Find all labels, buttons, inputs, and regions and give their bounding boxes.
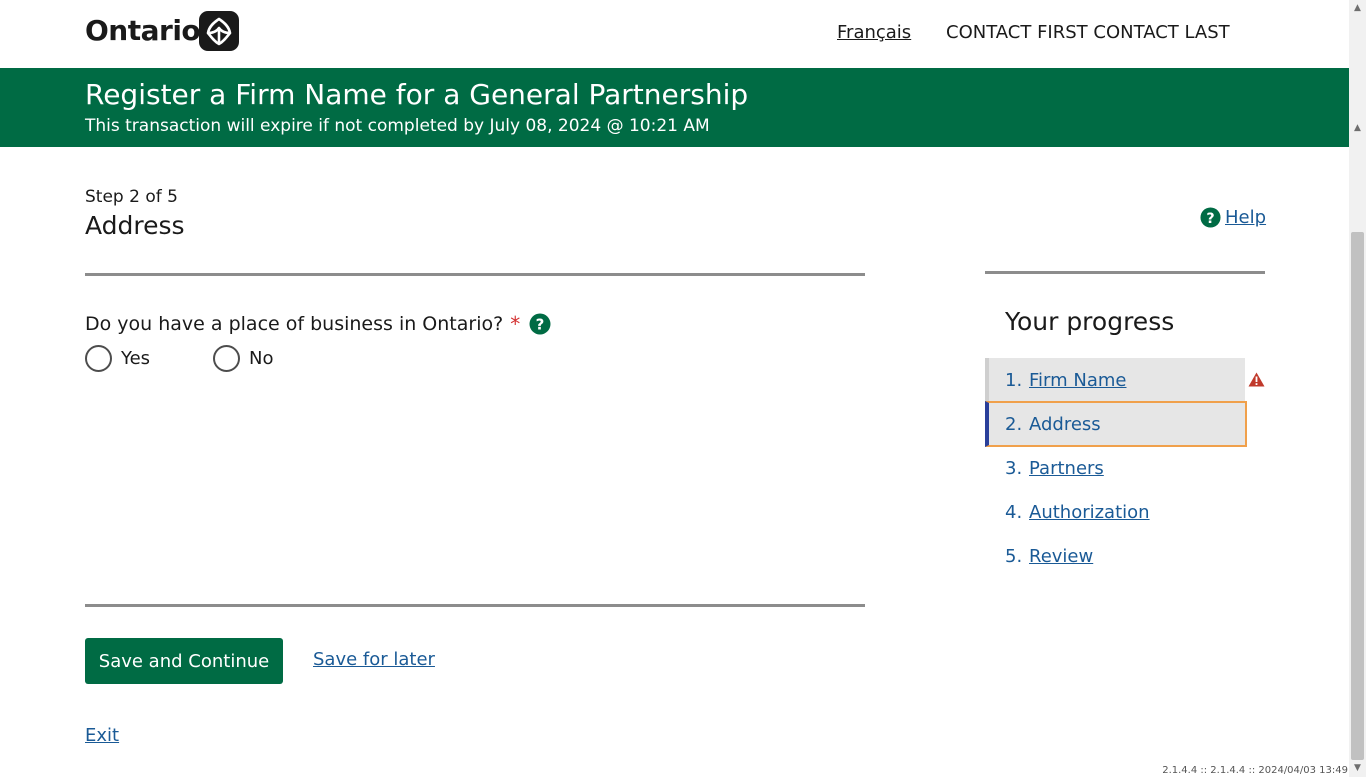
progress-item-label[interactable]: Review — [1029, 546, 1093, 567]
language-toggle-link[interactable]: Français — [837, 22, 911, 43]
user-account-name[interactable]: CONTACT FIRST CONTACT LAST — [946, 22, 1230, 43]
question-label: Do you have a place of business in Ontar… — [85, 313, 504, 335]
help-link[interactable]: ? Help — [1200, 207, 1266, 228]
progress-item-number: 5. — [1005, 545, 1023, 567]
vertical-scrollbar[interactable]: ▲ ▲ ▼ — [1349, 0, 1366, 777]
save-for-later-link[interactable]: Save for later — [313, 649, 435, 670]
step-indicator: Step 2 of 5 — [85, 187, 178, 207]
required-marker: * — [510, 312, 521, 336]
transaction-banner: Register a Firm Name for a General Partn… — [0, 68, 1349, 147]
question-circle-icon: ? — [1200, 207, 1221, 228]
question-help-icon[interactable]: ? — [529, 313, 551, 335]
progress-title: Your progress — [1005, 307, 1175, 336]
expiry-notice: This transaction will expire if not comp… — [85, 116, 710, 136]
radio-yes-label: Yes — [121, 348, 151, 369]
progress-top-divider — [985, 271, 1265, 274]
exit-link[interactable]: Exit — [85, 725, 119, 746]
save-and-continue-button[interactable]: Save and Continue — [85, 638, 283, 684]
progress-item-label[interactable]: Partners — [1029, 458, 1104, 479]
help-label[interactable]: Help — [1225, 207, 1266, 228]
transaction-title: Register a Firm Name for a General Partn… — [85, 78, 749, 111]
svg-text:?: ? — [536, 316, 545, 334]
radio-no[interactable]: No — [213, 345, 273, 372]
version-info: 2.1.4.4 :: 2.1.4.4 :: 2024/04/03 13:49 — [1162, 765, 1348, 776]
form-top-divider — [85, 273, 865, 276]
top-bar: Ontario Français CONTACT FIRST CONTACT L… — [0, 0, 1349, 68]
scrollbar-thumb[interactable] — [1351, 232, 1364, 760]
progress-item-authorization[interactable]: 4. Authorization — [985, 490, 1245, 534]
progress-item-label[interactable]: Firm Name — [1029, 370, 1127, 391]
ontario-trillium-icon[interactable] — [199, 11, 239, 51]
progress-item-label[interactable]: Address — [1029, 414, 1101, 435]
svg-text:?: ? — [1206, 211, 1214, 227]
radio-yes-circle[interactable] — [85, 345, 112, 372]
progress-item-number: 4. — [1005, 501, 1023, 523]
page: Ontario Français CONTACT FIRST CONTACT L… — [0, 0, 1349, 777]
page-title: Address — [85, 211, 185, 240]
progress-item-number: 2. — [1005, 413, 1023, 435]
radio-yes[interactable]: Yes — [85, 345, 150, 372]
scroll-up-arrow-icon[interactable]: ▲ — [1349, 120, 1366, 137]
radio-no-circle[interactable] — [213, 345, 240, 372]
radio-no-label: No — [249, 348, 274, 369]
warning-triangle-icon — [1248, 372, 1265, 387]
progress-item-firm-name[interactable]: 1. Firm Name — [985, 358, 1245, 402]
business-location-question: Do you have a place of business in Ontar… — [85, 312, 551, 336]
scroll-down-arrow-icon[interactable]: ▼ — [1349, 760, 1366, 777]
progress-item-number: 1. — [1005, 369, 1023, 391]
ontario-logo-text[interactable]: Ontario — [85, 14, 201, 47]
form-bottom-divider — [85, 604, 865, 607]
progress-item-number: 3. — [1005, 457, 1023, 479]
progress-item-label[interactable]: Authorization — [1029, 502, 1150, 523]
progress-item-partners[interactable]: 3. Partners — [985, 446, 1245, 490]
progress-item-address[interactable]: 2. Address — [985, 401, 1247, 447]
scroll-up-arrow-icon[interactable]: ▲ — [1349, 0, 1366, 17]
progress-item-review[interactable]: 5. Review — [985, 534, 1245, 578]
